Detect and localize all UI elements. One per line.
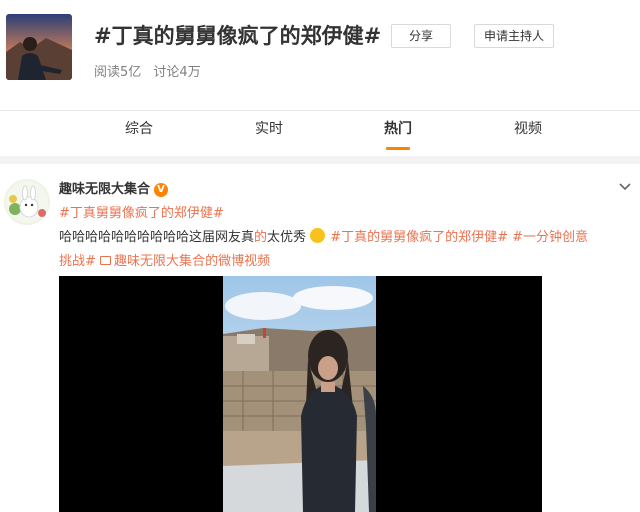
topic-tag-link-2[interactable]: #丁真的舅舅像疯了的郑伊健#: [330, 230, 508, 245]
discussion-count: 讨论4万: [153, 65, 201, 80]
share-button[interactable]: 分享: [391, 24, 451, 48]
topic-tag-link-3[interactable]: #一分钟创意: [512, 230, 588, 245]
read-count: 阅读5亿: [94, 65, 142, 80]
video-frame: [223, 276, 376, 512]
tab-hot[interactable]: 热门: [363, 111, 433, 156]
topic-tag-link[interactable]: #丁真舅舅像疯了的郑伊健#: [59, 206, 224, 221]
apply-host-button[interactable]: 申请主持人: [474, 24, 554, 48]
author-avatar[interactable]: [4, 179, 50, 225]
topic-tabs: 综合 实时 热门 视频: [0, 111, 640, 156]
topic-cover-image[interactable]: [6, 14, 72, 80]
video-source-suffix-a[interactable]: 的: [205, 254, 218, 269]
verified-badge-icon: V: [154, 183, 169, 197]
video-source-suffix-b[interactable]: 微博视频: [218, 254, 270, 269]
topic-tag-link-3-cont[interactable]: 挑战#: [59, 254, 96, 269]
video-source-link[interactable]: 趣味无限大集合: [114, 254, 205, 269]
author-name[interactable]: 趣味无限大集合 V: [59, 178, 169, 197]
tab-realtime[interactable]: 实时: [234, 111, 304, 156]
post-text-highlight: 的: [254, 230, 268, 245]
post-text-part1: 哈哈哈哈哈哈哈哈哈哈这届网友真: [59, 230, 255, 245]
post-topic-tag[interactable]: #丁真舅舅像疯了的郑伊健#: [59, 202, 224, 221]
chevron-down-icon[interactable]: [617, 178, 633, 194]
topic-header: #丁真的舅舅像疯了的郑伊健# 阅读5亿 讨论4万 分享 申请主持人 综合 实时 …: [0, 0, 640, 156]
post-card: 趣味无限大集合 V #丁真舅舅像疯了的郑伊健# 哈哈哈哈哈哈哈哈哈哈这届网友真的太…: [0, 164, 640, 512]
author-name-text[interactable]: 趣味无限大集合: [59, 182, 150, 197]
topic-page: #丁真的舅舅像疯了的郑伊健# 阅读5亿 讨论4万 分享 申请主持人 综合 实时 …: [0, 0, 640, 512]
video-link-icon: [100, 256, 112, 265]
tab-comprehensive[interactable]: 综合: [104, 111, 174, 156]
laughing-emoji-icon: [310, 228, 326, 243]
post-text-part2: 太优秀: [267, 230, 307, 245]
post-text: 哈哈哈哈哈哈哈哈哈哈这届网友真的太优秀 #丁真的舅舅像疯了的郑伊健# #一分钟创…: [59, 226, 629, 274]
tab-video[interactable]: 视频: [493, 111, 563, 156]
topic-title: #丁真的舅舅像疯了的郑伊健#: [94, 24, 382, 48]
topic-stats: 阅读5亿 讨论4万: [94, 61, 209, 80]
video-player[interactable]: [59, 276, 542, 512]
